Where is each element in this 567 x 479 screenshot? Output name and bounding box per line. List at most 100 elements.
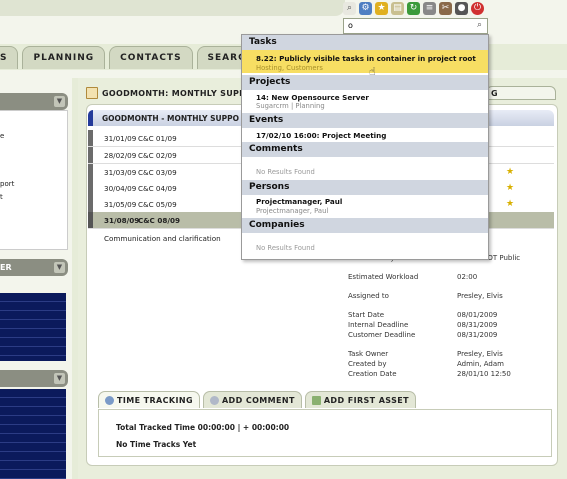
- detail-value: 28/01/10 12:50: [457, 370, 511, 378]
- detail-value: Admin, Adam: [457, 360, 504, 368]
- row-name: C&C 08/09: [138, 216, 180, 225]
- project-result[interactable]: 14: New Opensource Server: [256, 93, 369, 102]
- left-list-box: e port t: [0, 110, 68, 250]
- row-marker: [88, 164, 93, 180]
- row-date: 28/02/09: [104, 151, 137, 160]
- section-events: Events: [242, 113, 488, 128]
- detail-label: Created by: [348, 360, 387, 368]
- row-name: C&C 05/09: [138, 200, 177, 209]
- detail-value: Presley, Elvis: [457, 292, 503, 300]
- tab-planning[interactable]: PLANNING: [22, 46, 106, 69]
- detail-value: Presley, Elvis: [457, 350, 503, 358]
- left-list-item[interactable]: t: [0, 193, 3, 201]
- left-list-item[interactable]: port: [0, 180, 14, 188]
- section-tasks: Tasks: [242, 35, 488, 50]
- collapse-icon[interactable]: ▼: [54, 96, 65, 107]
- left-panel-title: ER: [0, 263, 12, 272]
- settings-icon[interactable]: ⚙: [359, 1, 372, 15]
- user-icon[interactable]: ●: [455, 1, 468, 15]
- row-marker: [88, 196, 93, 212]
- detail-value: 08/01/2009: [457, 311, 498, 319]
- task-table-accent: [88, 110, 93, 126]
- clock-icon: [105, 395, 114, 405]
- asset-icon: [311, 395, 321, 405]
- detail-label: Task Owner: [348, 350, 389, 358]
- search-results-dropdown: Tasks 8.22: Publicly visible tasks in co…: [241, 34, 489, 260]
- row-name: C&C 03/09: [138, 168, 177, 177]
- no-time-tracks: No Time Tracks Yet: [116, 440, 197, 449]
- tab-partial[interactable]: S: [0, 46, 19, 69]
- task-result[interactable]: 8.22: Publicly visible tasks in containe…: [256, 54, 476, 63]
- star-icon[interactable]: ★: [506, 167, 514, 177]
- collapse-icon[interactable]: ▼: [54, 262, 65, 273]
- magnifier-icon[interactable]: ⌕: [343, 1, 356, 15]
- tab-add-comment[interactable]: ADD COMMENT: [202, 391, 302, 408]
- list-icon[interactable]: ≡: [423, 1, 436, 15]
- section-comments: Comments: [242, 142, 488, 157]
- tab-add-first-asset[interactable]: ADD FIRST ASSET: [304, 391, 416, 408]
- refresh-icon[interactable]: ↻: [407, 1, 420, 15]
- tools-icon[interactable]: ✂: [439, 1, 452, 15]
- row-marker: [88, 180, 93, 196]
- tab-label: ADD COMMENT: [221, 395, 295, 405]
- total-tracked-time: Total Tracked Time 00:00:00 | + 00:00:00: [116, 423, 290, 432]
- detail-value: 02:00: [457, 273, 478, 281]
- detail-label: Start Date: [348, 311, 385, 319]
- comments-no-results: No Results Found: [256, 168, 315, 176]
- row-marker: [88, 130, 93, 146]
- row-marker: [88, 147, 93, 163]
- detail-label: Assigned to: [348, 292, 389, 300]
- section-persons: Persons: [242, 180, 488, 195]
- search-input[interactable]: [346, 19, 470, 31]
- power-icon[interactable]: ⏻: [471, 1, 484, 15]
- star-icon[interactable]: ★: [506, 183, 514, 193]
- detail-value: 08/31/2009: [457, 321, 498, 329]
- row-date: 31/05/09: [104, 200, 137, 209]
- section-companies: Companies: [242, 218, 488, 233]
- breadcrumb: GOODMONTH: MONTHLY SUPPO...: [86, 86, 262, 100]
- task-result-sub: Hosting, Customers: [256, 64, 323, 72]
- comment-icon: [209, 395, 219, 405]
- companies-no-results: No Results Found: [256, 244, 315, 252]
- left-list-item[interactable]: e: [0, 132, 4, 140]
- tab-contacts[interactable]: CONTACTS: [109, 46, 193, 69]
- task-description: Communication and clarification: [104, 234, 221, 243]
- left-panel-header-2: ER ▼: [0, 259, 68, 276]
- main-tabs: S PLANNING CONTACTS SEARCH: [0, 46, 269, 70]
- task-table-title: GOODMONTH - MONTHLY SUPPO: [102, 114, 239, 123]
- search-box: ⌕: [343, 18, 488, 34]
- tab-label: TIME TRACKING: [117, 395, 193, 405]
- row-name: C&C 02/09: [138, 151, 177, 160]
- row-name: C&C 04/09: [138, 184, 177, 193]
- left-dark-list: [0, 293, 66, 361]
- row-marker: [88, 212, 93, 228]
- row-date: 31/08/09: [104, 216, 140, 225]
- row-date: 31/03/09: [104, 168, 137, 177]
- row-date: 30/04/09: [104, 184, 137, 193]
- left-panel-header: ▼: [0, 93, 68, 110]
- row-name: C&C 01/09: [138, 134, 177, 143]
- detail-tabs: TIME TRACKING ADD COMMENT ADD FIRST ASSE…: [98, 391, 419, 409]
- right-tab[interactable]: G: [486, 86, 556, 100]
- person-result[interactable]: Projectmanager, Paul: [256, 197, 342, 206]
- section-projects: Projects: [242, 75, 488, 90]
- star-icon[interactable]: ★: [506, 199, 514, 209]
- detail-label: Creation Date: [348, 370, 397, 378]
- row-date: 31/01/09: [104, 134, 137, 143]
- document-icon[interactable]: ▤: [391, 1, 404, 15]
- calendar-icon: [86, 87, 98, 99]
- person-result-sub: Projectmanager, Paul: [256, 207, 329, 215]
- breadcrumb-text[interactable]: GOODMONTH: MONTHLY SUPPO...: [102, 89, 262, 98]
- detail-label: Customer Deadline: [348, 331, 416, 339]
- left-panel-header-3: ▼: [0, 370, 68, 387]
- detail-label: Internal Deadline: [348, 321, 409, 329]
- tab-time-tracking[interactable]: TIME TRACKING: [98, 391, 200, 408]
- search-icon[interactable]: ⌕: [473, 20, 486, 31]
- collapse-icon[interactable]: ▼: [54, 373, 65, 384]
- time-tracking-box: [98, 409, 552, 457]
- detail-label: Estimated Workload: [348, 273, 419, 281]
- toolbar: ⌕ ⚙ ★ ▤ ↻ ≡ ✂ ● ⏻: [343, 0, 485, 16]
- left-dark-list-2: [0, 389, 66, 479]
- event-result[interactable]: 17/02/10 16:00: Project Meeting: [256, 131, 386, 140]
- star-icon[interactable]: ★: [375, 1, 388, 15]
